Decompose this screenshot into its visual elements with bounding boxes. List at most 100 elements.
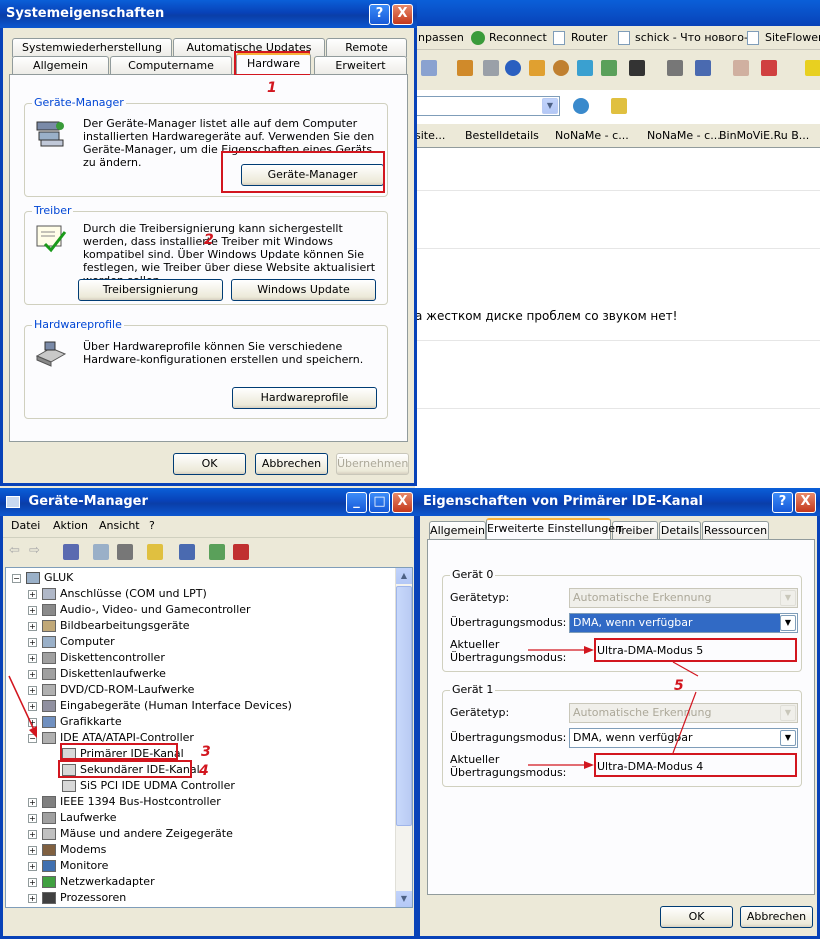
tab-hardware[interactable]: Hardware	[236, 53, 311, 74]
edit-icon[interactable]	[421, 60, 437, 76]
tree-item[interactable]: + IEEE 1394 Bus-Hostcontroller	[28, 794, 221, 810]
tree-item[interactable]: + Modems	[28, 842, 106, 858]
console-tree-icon[interactable]	[63, 544, 79, 560]
block-icon[interactable]	[761, 60, 777, 76]
gallery-icon[interactable]	[577, 60, 593, 76]
tree-item[interactable]: + Anschlüsse (COM und LPT)	[28, 586, 207, 602]
expand-icon[interactable]: +	[28, 637, 37, 647]
tab-systemwiederherstellung[interactable]: Systemwiederherstellung	[12, 38, 172, 57]
apply-button[interactable]: Übernehmen	[336, 453, 409, 475]
expand-icon[interactable]: +	[28, 893, 37, 903]
back-icon[interactable]: ⇦	[9, 543, 20, 558]
bookmark-3[interactable]: schick - Что нового-	[635, 31, 748, 44]
close-button[interactable]: X	[795, 492, 816, 513]
tree-item[interactable]: + Monitore	[28, 858, 108, 874]
browser-tab-0[interactable]: site...	[415, 129, 445, 142]
tab-erweiterte-einstellungen[interactable]: Erweiterte Einstellungen	[486, 518, 622, 539]
tree-item[interactable]: + Prozessoren	[28, 890, 126, 906]
expand-icon[interactable]: +	[28, 605, 37, 615]
tree-item[interactable]: + Eingabegeräte (Human Interface Devices)	[28, 698, 292, 714]
scroll-up-icon[interactable]: ▲	[396, 568, 412, 584]
tab-computername[interactable]: Computername	[110, 56, 232, 75]
tree-item[interactable]: + Diskettenlaufwerke	[28, 666, 166, 682]
refresh-icon[interactable]	[573, 98, 589, 114]
scrollbar[interactable]: ▲ ▼	[395, 568, 412, 907]
scan-hardware-icon[interactable]	[179, 544, 195, 560]
ball-icon[interactable]	[553, 60, 569, 76]
expand-icon[interactable]: +	[28, 877, 37, 887]
menu-ansicht[interactable]: Ansicht	[99, 519, 140, 532]
disk-icon[interactable]	[667, 60, 683, 76]
ok-button[interactable]: OK	[173, 453, 246, 475]
browser-tab-2[interactable]: NoNaMe - c...	[555, 129, 629, 142]
tree-item[interactable]: + Netzwerkadapter	[28, 874, 155, 890]
tab-allgemein[interactable]: Allgemein	[429, 521, 486, 540]
minimize-button[interactable]: _	[346, 492, 367, 513]
hardware-profiles-button[interactable]: Hardwareprofile	[232, 387, 377, 409]
tree-item[interactable]: + Bildbearbeitungsgeräte	[28, 618, 190, 634]
tree-item[interactable]: + Laufwerke	[28, 810, 117, 826]
browser-tab-4[interactable]: BinMoViE.Ru B...	[719, 129, 809, 142]
expand-icon[interactable]: +	[28, 797, 37, 807]
browser-tab-3[interactable]: NoNaMe - c...	[647, 129, 721, 142]
bookmark-2[interactable]: Router	[571, 31, 607, 44]
expand-icon[interactable]: +	[28, 653, 37, 663]
tree-item[interactable]: + Diskettencontroller	[28, 650, 165, 666]
print-icon[interactable]	[117, 544, 133, 560]
close-button[interactable]: X	[392, 492, 413, 513]
tab-allgemein[interactable]: Allgemein	[12, 56, 109, 75]
cancel-button[interactable]: Abbrechen	[740, 906, 813, 928]
forward-icon[interactable]: ⇨	[29, 543, 40, 558]
tree-item[interactable]: + Audio-, Video- und Gamecontroller	[28, 602, 251, 618]
menu-datei[interactable]: Datei	[11, 519, 40, 532]
save-icon[interactable]	[629, 60, 645, 76]
paint-icon[interactable]	[529, 60, 545, 76]
expand-icon[interactable]: +	[28, 861, 37, 871]
cancel-button[interactable]: Abbrechen	[255, 453, 328, 475]
maximize-button[interactable]: □	[369, 492, 390, 513]
menu-help[interactable]: ?	[149, 519, 155, 532]
chevron-down-icon[interactable]: ▼	[542, 98, 558, 114]
windows-update-button[interactable]: Windows Update	[231, 279, 376, 301]
address-bar[interactable]: ▼	[415, 96, 560, 116]
ok-button[interactable]: OK	[660, 906, 733, 928]
tree-item[interactable]: + DVD/CD-ROM-Laufwerke	[28, 682, 194, 698]
tree-item[interactable]: SiS PCI IDE UDMA Controller	[62, 778, 235, 794]
expand-icon[interactable]: +	[28, 621, 37, 631]
help-button[interactable]: ?	[369, 4, 390, 25]
bookmark-1[interactable]: Reconnect	[489, 31, 547, 44]
grid-icon[interactable]	[695, 60, 711, 76]
properties-icon[interactable]	[93, 544, 109, 560]
tab-remote[interactable]: Remote	[326, 38, 407, 57]
tab-ressourcen[interactable]: Ressourcen	[702, 521, 769, 540]
uninstall-icon[interactable]	[233, 544, 249, 560]
expand-icon[interactable]: +	[28, 845, 37, 855]
update-driver-icon[interactable]	[209, 544, 225, 560]
driver-signing-button[interactable]: Treibersignierung	[78, 279, 223, 301]
menu-aktion[interactable]: Aktion	[53, 519, 88, 532]
tab-erweitert[interactable]: Erweitert	[314, 56, 407, 75]
scroll-down-icon[interactable]: ▼	[396, 891, 412, 907]
scroll-thumb[interactable]	[396, 586, 412, 826]
arrow-icon[interactable]	[601, 60, 617, 76]
bookmark-0[interactable]: npassen	[418, 31, 464, 44]
tab-details[interactable]: Details	[659, 521, 701, 540]
expand-icon[interactable]: +	[28, 589, 37, 599]
browser-tab-1[interactable]: Bestelldetails	[465, 129, 539, 142]
bookmark-4[interactable]: SiteFlower	[765, 31, 820, 44]
search-icon[interactable]	[457, 60, 473, 76]
help-icon[interactable]	[147, 544, 163, 560]
tree-item[interactable]: + Mäuse und andere Zeigegeräte	[28, 826, 233, 842]
tree-item[interactable]: + Computer	[28, 634, 115, 650]
tree-root[interactable]: − GLUK	[12, 570, 73, 586]
close-button[interactable]: X	[392, 4, 413, 25]
help-button[interactable]: ?	[772, 492, 793, 513]
tools-icon[interactable]	[483, 60, 499, 76]
bar-icon[interactable]	[805, 60, 820, 76]
pencil-icon[interactable]	[611, 98, 627, 114]
collapse-icon[interactable]: −	[12, 573, 21, 583]
compass-icon[interactable]	[505, 60, 521, 76]
pen-icon[interactable]	[733, 60, 749, 76]
expand-icon[interactable]: +	[28, 829, 37, 839]
expand-icon[interactable]: +	[28, 813, 37, 823]
